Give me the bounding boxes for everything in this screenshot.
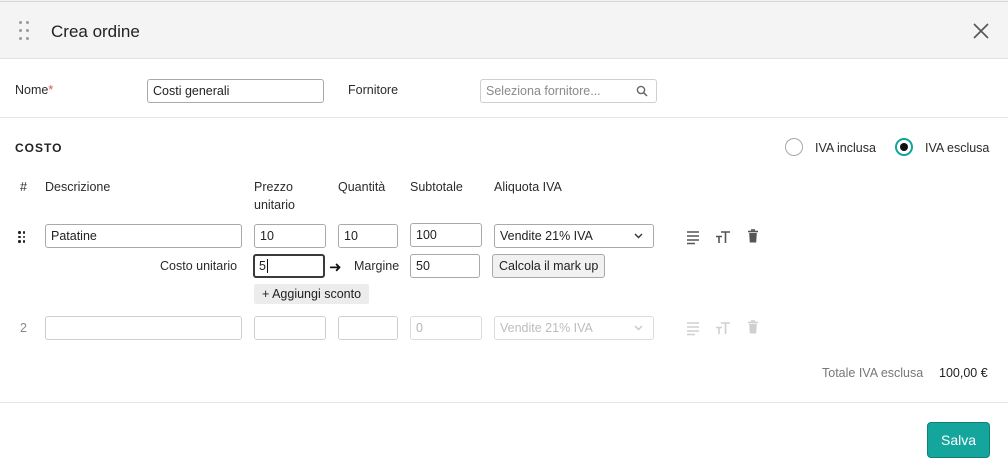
unit-cost-value: 5 — [259, 259, 266, 273]
close-icon[interactable] — [972, 22, 990, 40]
row2-description-input[interactable] — [45, 316, 242, 340]
supplier-search-input[interactable]: Seleziona fornitore... — [480, 79, 657, 103]
row1-description-input[interactable]: Patatine — [45, 224, 242, 248]
arrow-right-icon: ➜ — [329, 259, 342, 276]
margin-label: Margine — [354, 259, 400, 273]
dialog-header: Crea ordine — [0, 2, 1008, 59]
chevron-down-icon — [634, 233, 643, 239]
row2-index: 2 — [20, 321, 27, 335]
unit-cost-input[interactable]: 5 — [253, 254, 325, 278]
name-label: Nome* — [15, 83, 54, 97]
text-size-icon[interactable] — [715, 229, 731, 245]
total-label: Totale IVA esclusa — [822, 366, 924, 380]
required-marker: * — [48, 83, 54, 97]
dialog-title: Crea ordine — [51, 22, 140, 41]
row1-subtotal-input[interactable]: 100 — [410, 223, 482, 247]
margin-input[interactable]: 50 — [410, 254, 480, 278]
grip-icon[interactable] — [18, 231, 26, 243]
create-order-dialog: Crea ordine Nome* Costi generali Fornito… — [0, 1, 1008, 471]
total-value: 100,00 € — [939, 366, 988, 380]
cost-section-title: COSTO — [15, 141, 63, 155]
row1-vat-value: Vendite 21% IVA — [500, 229, 593, 243]
unit-cost-label: Costo unitario — [160, 259, 238, 273]
trash-icon[interactable] — [745, 228, 761, 244]
name-input[interactable]: Costi generali — [147, 79, 324, 103]
calculate-markup-button[interactable]: Calcola il mark up — [492, 254, 606, 278]
description-lines-icon[interactable] — [685, 320, 701, 336]
col-quantity-header: Quantità — [338, 180, 386, 194]
row1-quantity-input[interactable]: 10 — [338, 224, 398, 248]
search-icon — [636, 85, 648, 97]
vat-included-radio[interactable] — [785, 138, 803, 156]
drag-handle-icon[interactable] — [19, 21, 31, 41]
add-discount-button[interactable]: + Aggiungi sconto — [254, 284, 370, 304]
supplier-label: Fornitore — [348, 83, 399, 97]
chevron-down-icon — [634, 325, 643, 331]
col-description-header: Descrizione — [45, 180, 111, 194]
text-cursor — [266, 259, 268, 273]
row2-subtotal-input[interactable]: 0 — [410, 316, 482, 340]
col-subtotal-header: Subtotale — [410, 180, 463, 194]
col-vat-rate-header: Aliquota IVA — [494, 180, 562, 194]
row2-vat-select[interactable]: Vendite 21% IVA — [494, 316, 654, 340]
row1-unit-price-input[interactable]: 10 — [254, 224, 326, 248]
section-divider — [0, 117, 1008, 118]
row2-vat-value: Vendite 21% IVA — [500, 321, 593, 335]
row2-quantity-input[interactable] — [338, 316, 398, 340]
vat-excluded-radio[interactable] — [895, 138, 913, 156]
footer-divider — [0, 402, 1008, 403]
text-size-icon[interactable] — [715, 320, 731, 336]
col-index-header: # — [20, 180, 27, 194]
vat-included-label[interactable]: IVA inclusa — [815, 141, 876, 155]
row2-unit-price-input[interactable] — [254, 316, 326, 340]
vat-excluded-label[interactable]: IVA esclusa — [925, 141, 989, 155]
trash-icon[interactable] — [745, 319, 761, 335]
col-unit-price-header: Prezzo unitario — [254, 180, 295, 212]
row1-vat-select[interactable]: Vendite 21% IVA — [494, 224, 654, 248]
supplier-placeholder: Seleziona fornitore... — [486, 84, 601, 98]
save-button[interactable]: Salva — [927, 422, 990, 458]
description-lines-icon[interactable] — [685, 229, 701, 245]
